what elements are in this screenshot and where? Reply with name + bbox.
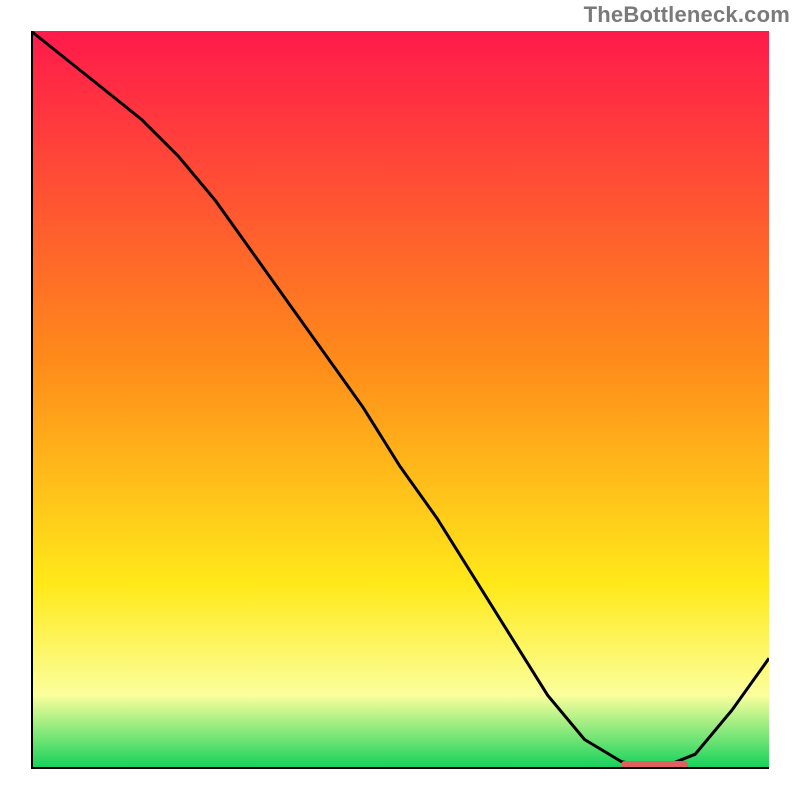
chart-container: TheBottleneck.com (0, 0, 800, 800)
optimal-range-marker (621, 761, 687, 768)
watermark-text: TheBottleneck.com (584, 2, 790, 28)
chart-svg (31, 31, 769, 769)
plot-area (31, 31, 769, 769)
gradient-background (31, 31, 769, 769)
